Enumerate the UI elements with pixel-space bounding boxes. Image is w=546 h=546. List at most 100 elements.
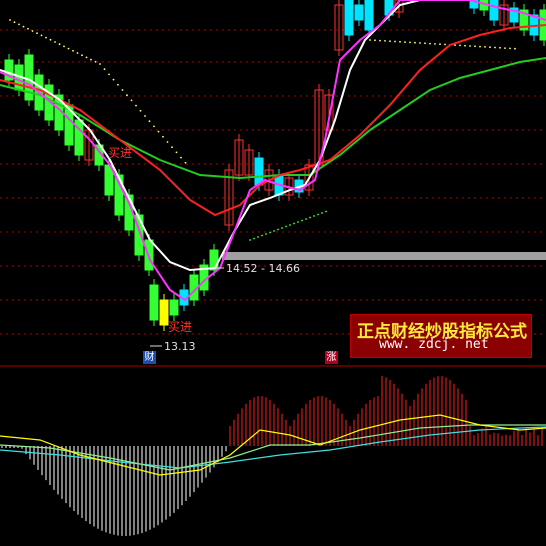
sar-dot [27,28,29,30]
candle-body [160,300,168,325]
sar-dot [504,47,506,49]
candle-body [345,0,353,35]
sar-dot [108,74,110,76]
sar-dot [414,42,416,44]
sar-dot [321,212,323,214]
sar-dot [374,39,376,41]
sar-dot [384,40,386,42]
sar-dot [317,214,319,216]
candle-body [365,0,373,30]
sar-dot [309,217,311,219]
candlesticks [5,0,546,331]
sar-dot [434,43,436,45]
sar-dot [394,41,396,43]
sar-dot [167,141,169,143]
sar-dot [158,131,160,133]
price-highlight-band [222,252,546,260]
ma-green-line [0,58,546,178]
sar-dot [135,105,137,107]
candle-body [355,5,363,20]
sar-dot [185,162,187,164]
sar-dot [95,61,97,63]
sar-dot [86,57,88,59]
sar-dot [261,235,263,237]
candle-body [210,250,218,270]
sar-dot [389,40,391,42]
range-label: 14.52 - 14.66 [226,262,300,275]
sar-dot [484,46,486,48]
candle-body [150,285,158,320]
sar-dot [23,26,25,28]
low-price-label: 13.13 [164,340,196,353]
sar-dot [297,221,299,223]
sar-dot [45,37,47,39]
sar-dot [54,41,56,43]
sar-dot [68,48,70,50]
sar-dot [509,48,511,50]
sar-dot [117,84,119,86]
sar-dot [41,35,43,37]
sar-dot [36,32,38,34]
sar-dot [72,50,74,52]
sar-dot [459,45,461,47]
sar-dot [126,94,128,96]
sar-dot [63,46,65,48]
sar-dot [32,30,34,32]
sar-dot [113,79,115,81]
sar-dot [489,46,491,48]
sar-dot [265,233,267,235]
sar-dot [249,239,251,241]
sar-dot [281,227,283,229]
sar-dot [149,120,151,122]
sar-dot [90,59,92,61]
sar-dot [494,47,496,49]
buy-signal-2: 买进 [168,318,192,335]
sar-dot [99,63,101,65]
watermark-url: www. zdcj. net [379,337,489,352]
sar-dot [273,230,275,232]
rise-tag: 涨 [325,351,338,364]
sar-dot [14,21,16,23]
sar-dot [469,45,471,47]
sar-dot [285,226,287,228]
sar-dot [325,211,327,213]
sar-dot [122,89,124,91]
sar-dot [81,54,83,56]
sar-dot [269,232,271,234]
sar-dot [514,48,516,50]
sar-dot [424,42,426,44]
sar-dot [140,110,142,112]
sar-dot [409,42,411,44]
sar-dot [277,229,279,231]
watermark-box: 正点财经炒股指标公式 www. zdcj. net [350,314,532,358]
sar-dot [162,136,164,138]
sar-dot [499,47,501,49]
sar-dot [171,146,173,148]
sar-dot [153,126,155,128]
finance-tag: 财 [143,351,156,364]
sar-dot [9,19,11,21]
sar-dot [50,39,52,41]
sar-dot [18,24,20,26]
sar-dot [419,42,421,44]
ma-white-line [0,0,420,270]
sar-dot [59,43,61,45]
sar-dot [131,100,133,102]
sar-dot [253,238,255,240]
sar-dot [301,220,303,222]
sar-dot [293,223,295,225]
sar-dot [474,45,476,47]
sar-dot [429,43,431,45]
sar-dot [313,215,315,217]
candle-body [170,300,178,315]
sar-dot [444,44,446,46]
sar-dot [77,52,79,54]
sar-dot [176,152,178,154]
sar-dot [479,46,481,48]
sar-dot [464,45,466,47]
buy-signal-1: 买进 [108,144,132,161]
sar-dot [369,39,371,41]
sar-dot [289,224,291,226]
sar-dot [404,41,406,43]
sar-dot [104,68,106,70]
